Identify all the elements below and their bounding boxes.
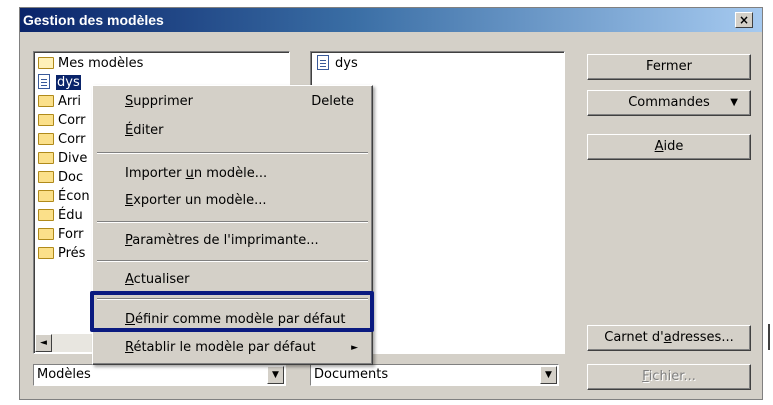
fermer-button[interactable]: Fermer [587, 54, 751, 80]
folder-icon [38, 170, 54, 183]
supprimer-shortcut: Delete [311, 94, 354, 109]
fichier-label: ichier... [648, 369, 696, 384]
importer-label-post: n modèle... [193, 166, 268, 181]
tree-folder-item[interactable]: Arri [38, 94, 81, 112]
carnet-adresses-button[interactable]: Carnet d'adresses... [587, 325, 751, 351]
tree-folder-item[interactable]: Écon [38, 189, 90, 207]
chevron-left-icon: ◄ [40, 338, 47, 348]
document-icon [317, 55, 329, 70]
chevron-down-icon[interactable]: ▼ [267, 366, 284, 384]
exporter-label: xporter un modèle... [133, 193, 267, 208]
close-button[interactable]: × [735, 12, 753, 28]
tree-folder-item[interactable]: Forr [38, 227, 83, 245]
submenu-arrow-icon: ► [351, 343, 358, 353]
tree-folder-label: Dive [58, 151, 88, 166]
carnet-label-pre: Carnet d' [604, 330, 664, 345]
editer-label: diter [133, 123, 164, 138]
document-item[interactable]: dys [317, 55, 358, 74]
title-bar[interactable]: Gestion des modèles × [20, 8, 762, 32]
templates-combo-value: Modèles [37, 367, 91, 382]
close-icon: × [738, 13, 750, 27]
document-icon [38, 74, 50, 89]
tree-folder-label: Prés [58, 246, 86, 261]
menu-separator [97, 152, 368, 154]
folder-icon [38, 227, 54, 240]
fermer-label: Fermer [646, 59, 692, 74]
menu-item-retablir-defaut[interactable]: Rétablir le modèle par défaut ► [96, 337, 368, 359]
tree-folder-label: Corr [58, 113, 86, 128]
carnet-mnemonic: a [663, 330, 672, 345]
tree-folder-item[interactable]: Prés [38, 246, 85, 264]
tree-folder-item[interactable]: Corr [38, 132, 86, 150]
dropdown-arrow-icon: ▼ [730, 97, 738, 108]
exporter-mnemonic: E [125, 193, 134, 208]
tree-folder-label: Arri [58, 94, 81, 109]
tree-folder-label: Corr [58, 132, 86, 147]
folder-icon [38, 113, 54, 126]
tree-selected-label: dys [56, 75, 81, 90]
dialog-title: Gestion des modèles [23, 12, 164, 28]
folder-icon [38, 189, 54, 202]
folder-icon [38, 208, 54, 221]
documents-combo[interactable]: Documents ▼ [310, 364, 559, 386]
importer-mnemonic: u [185, 166, 194, 181]
tree-folder-label: Écon [58, 189, 90, 204]
folder-icon [38, 246, 54, 259]
document-label: dys [335, 56, 358, 71]
menu-item-editer[interactable]: Éditer [96, 120, 368, 142]
menu-item-exporter[interactable]: Exporter un modèle... [96, 190, 368, 212]
aide-label: ide [663, 139, 684, 154]
tree-folder-label: Édu [58, 208, 83, 223]
menu-item-actualiser[interactable]: Actualiser [96, 269, 368, 291]
actualiser-label: ctualiser [133, 272, 190, 287]
tree-folder-item[interactable]: Édu [38, 208, 83, 226]
templates-combo[interactable]: Modèles ▼ [33, 364, 286, 386]
actualiser-mnemonic: A [125, 272, 134, 287]
tree-folder-label: Forr [58, 227, 84, 242]
fichier-button: Fichier... [587, 364, 751, 390]
tree-folder-item[interactable]: Corr [38, 113, 86, 131]
aide-mnemonic: A [654, 139, 664, 154]
retablir-label: établir le modèle par défaut [133, 340, 316, 355]
editer-mnemonic: É [125, 123, 134, 138]
carnet-label-post: dresses... [671, 330, 734, 345]
menu-separator [97, 221, 368, 223]
documents-combo-value: Documents [314, 367, 389, 382]
folder-icon [38, 94, 54, 107]
tree-folder-item[interactable]: Doc [38, 170, 83, 188]
tree-item-root[interactable]: Mes modèles [38, 56, 143, 74]
menu-item-parametres[interactable]: Paramètres de l'imprimante... [96, 230, 368, 252]
importer-label-pre: Importer [125, 166, 186, 181]
chevron-down-icon[interactable]: ▼ [540, 366, 557, 384]
tree-item-selected[interactable]: dys [38, 74, 81, 93]
window-edge-divider [768, 324, 770, 350]
menu-item-supprimer[interactable]: Supprimer Delete [96, 91, 368, 113]
aide-button[interactable]: Aide [587, 134, 751, 160]
highlight-box [90, 291, 374, 332]
folder-icon [38, 151, 54, 164]
tree-folder-item[interactable]: Dive [38, 151, 87, 169]
folder-icon [38, 132, 54, 145]
menu-item-importer[interactable]: Importer un modèle... [96, 163, 368, 185]
commandes-button[interactable]: Commandes ▼ [587, 90, 751, 116]
tree-folder-label: Doc [58, 170, 84, 185]
tree-root-label: Mes modèles [58, 56, 144, 71]
open-folder-icon [38, 56, 54, 69]
scroll-left-button[interactable]: ◄ [35, 334, 52, 352]
commandes-label: Commandes [628, 95, 710, 110]
parametres-label: aramètres de l'imprimante... [132, 233, 319, 248]
menu-separator [97, 260, 368, 262]
supprimer-label: upprimer [133, 94, 193, 109]
